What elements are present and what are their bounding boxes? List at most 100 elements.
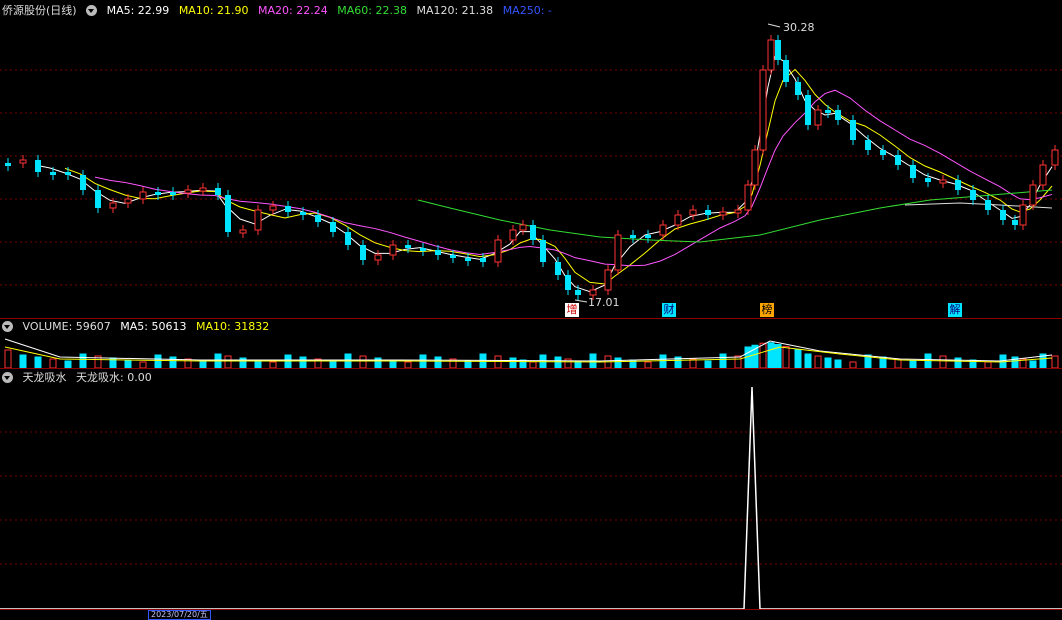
low-price-label: 17.01 <box>588 296 620 309</box>
candle-body <box>1000 210 1006 220</box>
price-pane[interactable]: 侨源股份(日线) MA5: 22.99 MA10: 21.90 MA20: 22… <box>0 0 1062 318</box>
candle-body <box>65 172 71 175</box>
indicator-pane[interactable]: 天龙吸水 天龙吸水: 0.00 <box>0 369 1062 609</box>
volume-bar <box>824 357 832 368</box>
candle-body <box>109 202 117 209</box>
volume-bar <box>782 346 790 368</box>
indicator-title: 天龙吸水 <box>22 371 67 384</box>
candle-body <box>170 192 176 195</box>
candle-body <box>540 240 546 262</box>
candle-body <box>645 235 651 238</box>
volume-ma5-label: MA5: 50613 <box>120 320 187 333</box>
candle-body <box>530 225 536 240</box>
event-marker-zeng[interactable]: 增 <box>565 303 579 317</box>
candle-body <box>895 155 901 165</box>
candle-body <box>767 39 775 71</box>
dropdown-icon[interactable] <box>86 4 98 16</box>
volume-bar <box>154 354 162 368</box>
candle-body <box>184 189 192 194</box>
volume-bar <box>1029 360 1037 368</box>
candle-body <box>1019 204 1027 226</box>
candle-body <box>985 200 991 210</box>
volume-bar <box>374 357 382 368</box>
volume-bar <box>124 359 132 368</box>
ma5-label: MA5: 22.99 <box>106 4 170 17</box>
volume-bar <box>239 357 247 368</box>
candle-body <box>1029 184 1037 206</box>
volume-bar <box>199 360 207 368</box>
candle-body <box>775 40 781 60</box>
candle-body <box>744 184 752 211</box>
candle-body <box>450 255 456 258</box>
candle-body <box>389 244 397 256</box>
volume-bar <box>704 360 712 368</box>
candle-body <box>705 210 711 215</box>
candle-body <box>1039 164 1047 186</box>
candle-body <box>199 187 207 192</box>
stock-title: 侨源股份(日线) <box>2 4 77 17</box>
candle-body <box>751 149 759 186</box>
candle-body <box>630 235 636 238</box>
volume-bar <box>169 356 177 368</box>
volume-bar <box>794 349 802 368</box>
price-header: 侨源股份(日线) MA5: 22.99 MA10: 21.90 MA20: 22… <box>2 3 558 19</box>
candle-body <box>35 160 41 172</box>
candle-body <box>880 150 886 155</box>
volume-bar <box>719 353 727 368</box>
candle-body <box>300 212 306 215</box>
candle-body <box>315 215 321 222</box>
candle-body <box>805 95 811 125</box>
volume-bar <box>4 349 12 368</box>
volume-bar <box>284 354 292 368</box>
indicator-header: 天龙吸水 天龙吸水: 0.00 <box>2 370 158 386</box>
volume-bar <box>359 355 367 368</box>
volume-bar <box>34 356 42 368</box>
event-marker-bang[interactable]: 榜 <box>760 303 774 317</box>
candle-body <box>674 214 682 226</box>
volume-ma5-line <box>4 338 1053 362</box>
candle-body <box>575 290 581 295</box>
indicator-chart[interactable] <box>0 369 1062 609</box>
volume-bar <box>614 357 622 368</box>
candlestick-chart[interactable] <box>0 0 1062 318</box>
event-marker-jie[interactable]: 解 <box>948 303 962 317</box>
candle-body <box>19 159 27 164</box>
volume-pane[interactable]: VOLUME: 59607 MA5: 50613 MA10: 31832 <box>0 319 1062 368</box>
candle-body <box>850 120 856 140</box>
ma10-label: MA10: 21.90 <box>178 4 249 17</box>
volume-bar <box>49 358 57 368</box>
candle-body <box>734 209 742 214</box>
ma20-line <box>94 89 1053 267</box>
candle-body <box>659 224 667 236</box>
candle-body <box>254 209 262 231</box>
candle-body <box>95 190 101 208</box>
separator-volume-indicator[interactable] <box>0 368 1062 369</box>
indicator-value: 天龙吸水: 0.00 <box>76 371 152 384</box>
volume-bar <box>79 353 87 368</box>
candle-body <box>519 224 527 231</box>
candle-body <box>604 269 612 291</box>
volume-bar <box>1051 355 1059 368</box>
volume-header: VOLUME: 59607 MA5: 50613 MA10: 31832 <box>2 319 275 335</box>
date-highlight: 2023/07/20/五 <box>148 610 211 620</box>
dropdown-icon[interactable] <box>2 371 13 383</box>
volume-bar <box>939 355 947 368</box>
event-marker-cai[interactable]: 财 <box>662 303 676 317</box>
volume-bar <box>759 342 767 368</box>
candle-body <box>970 190 976 200</box>
candle-body <box>955 180 961 190</box>
dropdown-icon[interactable] <box>2 320 13 332</box>
volume-bar <box>734 355 742 368</box>
candle-body <box>1051 149 1059 166</box>
candle-body <box>139 191 147 200</box>
candle-body <box>1012 220 1018 225</box>
candle-body <box>420 248 426 251</box>
ma250-label: MA250: - <box>502 4 552 17</box>
candle-body <box>689 209 697 216</box>
candle-body <box>865 140 871 150</box>
volume-ma10-line <box>4 346 1053 363</box>
candle-body <box>589 289 597 296</box>
candle-body <box>269 205 277 211</box>
volume-bar <box>434 356 442 368</box>
high-price-pointer <box>767 23 781 28</box>
